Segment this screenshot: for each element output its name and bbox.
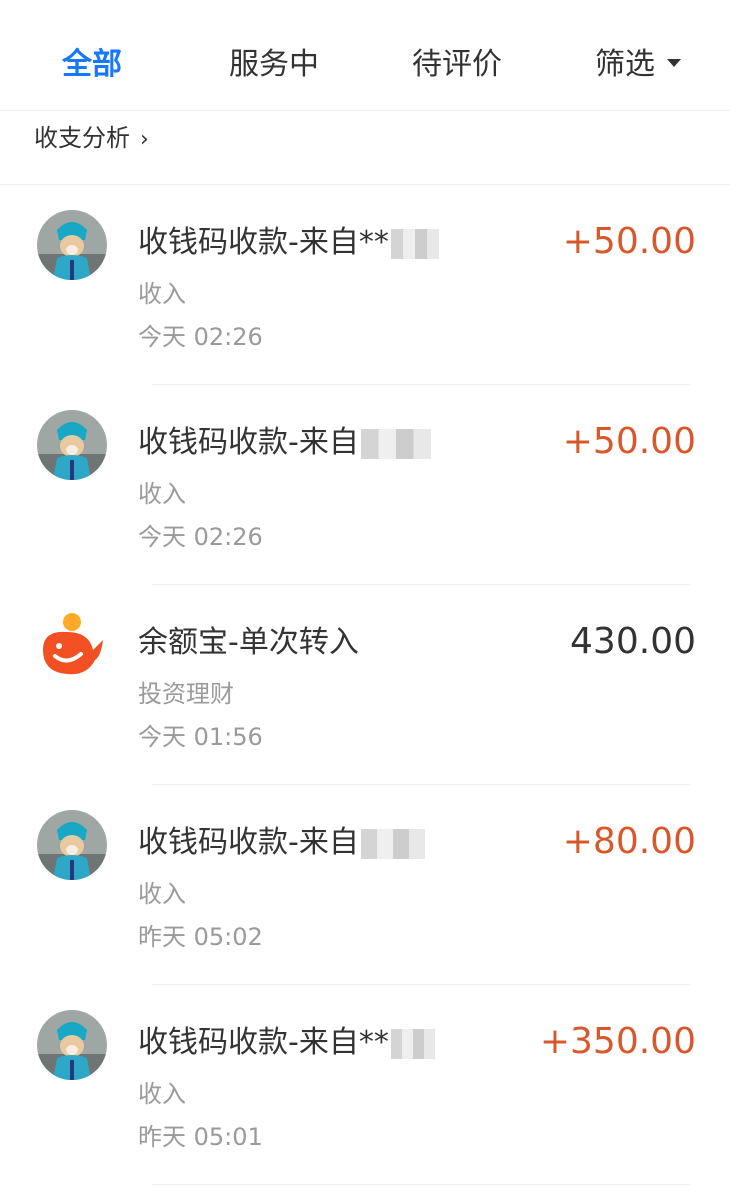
transaction-time: 今天 02:26 (138, 323, 263, 351)
transaction-row[interactable]: 余额宝-单次转入 投资理财 今天 01:56 430.00 (0, 585, 730, 785)
transaction-title: 余额宝-单次转入 (138, 625, 359, 660)
transaction-category: 收入 (138, 1080, 186, 1108)
transaction-amount: +350.00 (539, 1021, 696, 1062)
transaction-title: 收钱码收款-来自** (138, 223, 439, 263)
transaction-category: 收入 (138, 480, 186, 508)
dog-avatar-icon (37, 810, 107, 880)
redacted-name (390, 228, 439, 259)
transaction-amount: +80.00 (562, 821, 696, 862)
caret-down-icon (667, 58, 681, 67)
transaction-time: 今天 01:56 (138, 723, 263, 751)
income-expense-analysis-link[interactable]: 收支分析 › (34, 120, 149, 158)
transaction-time: 昨天 05:02 (138, 923, 263, 951)
transaction-row[interactable]: 收钱码收款-来自 收入 今天 02:26 +50.00 (0, 385, 730, 585)
filter-label: 筛选 (595, 47, 655, 82)
tab-pending-review[interactable]: 待评价 (412, 45, 502, 85)
row-divider (152, 1184, 690, 1185)
dog-avatar-icon (37, 410, 107, 480)
transaction-row[interactable]: 收钱码收款-来自** 收入 昨天 05:01 +350.00 (0, 985, 730, 1185)
transaction-title: 收钱码收款-来自** (138, 1023, 435, 1063)
yuebao-logo-icon (37, 610, 107, 680)
transaction-row[interactable]: 收钱码收款-来自** 收入 今天 02:26 +50.00 (0, 185, 730, 385)
dog-avatar-icon (37, 1010, 107, 1080)
transaction-title: 收钱码收款-来自 (138, 423, 431, 463)
transaction-amount: 430.00 (570, 621, 696, 662)
transaction-time: 今天 02:26 (138, 523, 263, 551)
tab-bar: 全部 服务中 待评价 筛选 (0, 0, 730, 111)
tab-filter[interactable]: 筛选 (595, 45, 681, 85)
tab-all[interactable]: 全部 (62, 45, 122, 85)
dog-avatar-icon (37, 210, 107, 280)
redacted-name (360, 828, 425, 859)
redacted-name (360, 428, 431, 459)
analysis-label: 收支分析 (34, 124, 130, 152)
transaction-category: 收入 (138, 880, 186, 908)
transaction-category: 投资理财 (138, 680, 234, 708)
transaction-amount: +50.00 (562, 221, 696, 262)
transaction-list: 收钱码收款-来自** 收入 今天 02:26 +50.00 收钱码收款-来自 收… (0, 185, 730, 1185)
chevron-right-icon: › (140, 127, 149, 152)
transaction-category: 收入 (138, 280, 186, 308)
tab-in-service[interactable]: 服务中 (229, 45, 319, 85)
transaction-row[interactable]: 收钱码收款-来自 收入 昨天 05:02 +80.00 (0, 785, 730, 985)
redacted-name (390, 1028, 435, 1059)
transaction-title: 收钱码收款-来自 (138, 823, 425, 863)
transaction-time: 昨天 05:01 (138, 1123, 263, 1151)
transaction-amount: +50.00 (562, 421, 696, 462)
